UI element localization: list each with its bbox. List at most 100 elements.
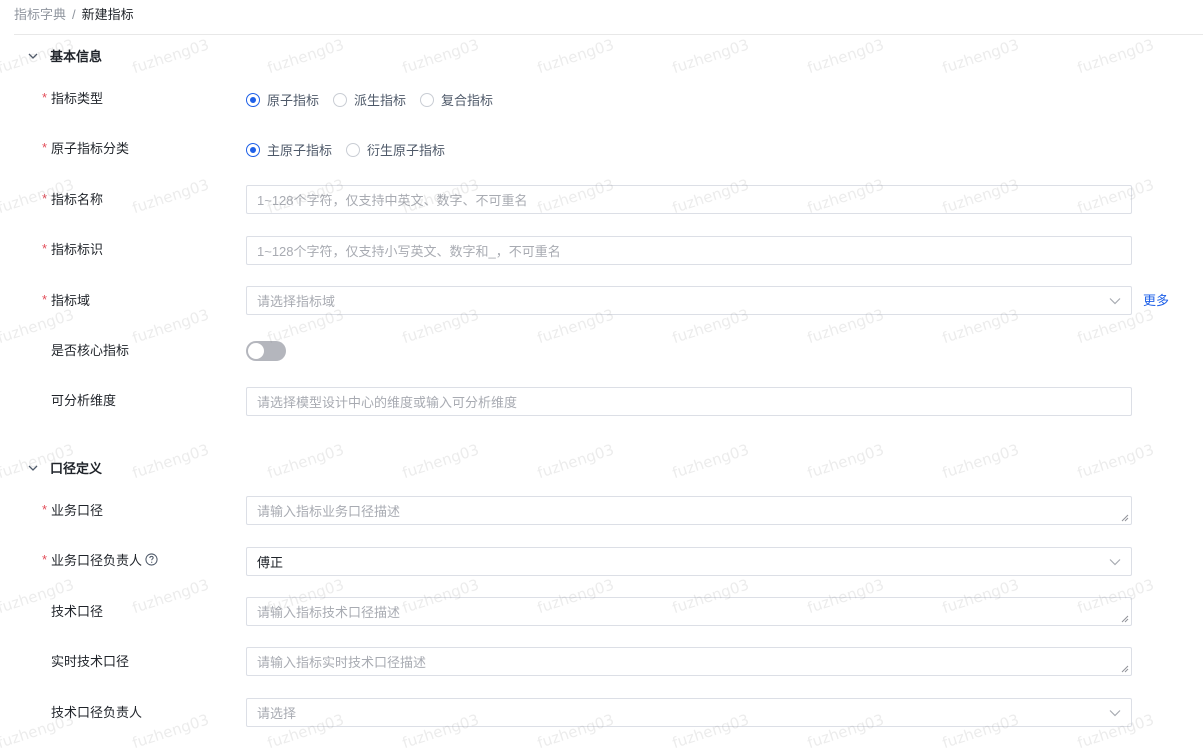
tech-caliber-textarea[interactable]: 请输入指标技术口径描述 xyxy=(246,597,1132,626)
chevron-down-icon xyxy=(1109,709,1121,716)
realtime-tech-caliber-label: 实时技术口径 xyxy=(42,650,129,670)
metric-type-label: * 指标类型 xyxy=(42,87,103,107)
watermark-text: fuzheng03 xyxy=(400,440,482,483)
metric-id-label: * 指标标识 xyxy=(42,238,103,258)
business-owner-label: * 业务口径负责人 xyxy=(42,549,158,569)
metric-type-radio-group: 原子指标 派生指标 复合指标 xyxy=(246,90,507,109)
placeholder-text: 请选择指标域 xyxy=(257,294,336,309)
watermark-text: fuzheng03 xyxy=(535,440,617,483)
placeholder-text: 请输入指标实时技术口径描述 xyxy=(257,655,427,670)
label-text: 是否核心指标 xyxy=(51,342,130,358)
watermark-text: fuzheng03 xyxy=(130,305,212,348)
atomic-category-label: * 原子指标分类 xyxy=(42,137,129,157)
watermark-text: fuzheng03 xyxy=(130,440,212,483)
required-mark: * xyxy=(42,501,48,517)
radio-atomic-metric[interactable]: 原子指标 xyxy=(246,90,319,109)
dimensions-input[interactable]: 请选择模型设计中心的维度或输入可分析维度 xyxy=(246,387,1132,416)
watermark-text: fuzheng03 xyxy=(1075,35,1157,78)
watermark-text: fuzheng03 xyxy=(805,35,887,78)
resize-handle-icon[interactable] xyxy=(1121,615,1129,623)
resize-handle-icon[interactable] xyxy=(1121,514,1129,522)
watermark-text: fuzheng03 xyxy=(130,575,212,618)
section-basic-info-header[interactable]: 基本信息 xyxy=(28,46,102,65)
breadcrumb-parent[interactable]: 指标字典 xyxy=(14,7,66,22)
required-mark: * xyxy=(42,240,48,256)
radio-primary-atomic[interactable]: 主原子指标 xyxy=(246,140,332,159)
label-text: 指标名称 xyxy=(51,191,104,207)
radio-unchecked-icon xyxy=(346,142,361,157)
radio-checked-icon xyxy=(246,92,260,107)
placeholder-text: 请选择模型设计中心的维度或输入可分析维度 xyxy=(257,395,518,410)
section-title: 基本信息 xyxy=(50,49,103,64)
metric-name-label: * 指标名称 xyxy=(42,188,103,208)
business-caliber-label: * 业务口径 xyxy=(42,499,103,519)
chevron-down-icon xyxy=(28,465,38,471)
radio-label: 派生指标 xyxy=(354,93,407,108)
watermark-text: fuzheng03 xyxy=(130,175,212,218)
business-owner-select[interactable]: 傅正 xyxy=(246,547,1132,576)
is-core-toggle[interactable] xyxy=(246,341,286,361)
label-text: 可分析维度 xyxy=(51,392,117,408)
placeholder-text: 1~128个字符，仅支持小写英文、数字和_，不可重名 xyxy=(257,244,561,259)
label-text: 指标类型 xyxy=(51,90,104,106)
watermark-text: fuzheng03 xyxy=(670,440,752,483)
section-caliber-header[interactable]: 口径定义 xyxy=(28,458,102,477)
watermark-layer: fuzheng03 fuzheng03 fuzheng03 fuzheng03 fuzh… xyxy=(0,0,1203,752)
breadcrumb: 指标字典 / 新建指标 xyxy=(14,4,134,23)
is-core-label: 是否核心指标 xyxy=(42,339,129,359)
watermark-text: fuzheng03 xyxy=(130,710,212,752)
chevron-down-icon xyxy=(1109,558,1121,565)
label-text: 业务口径 xyxy=(51,502,104,518)
radio-composite-metric[interactable]: 复合指标 xyxy=(420,90,493,109)
watermark-text: fuzheng03 xyxy=(940,440,1022,483)
help-circle-icon[interactable] xyxy=(145,552,158,566)
tech-owner-label: 技术口径负责人 xyxy=(42,701,142,721)
metric-domain-select[interactable]: 请选择指标域 xyxy=(246,286,1132,315)
tech-caliber-label: 技术口径 xyxy=(42,600,103,620)
radio-derived-atomic[interactable]: 衍生原子指标 xyxy=(346,140,445,159)
metric-name-input[interactable]: 1~128个字符，仅支持中英文、数字、不可重名 xyxy=(246,185,1132,214)
metric-id-input[interactable]: 1~128个字符，仅支持小写英文、数字和_，不可重名 xyxy=(246,236,1132,265)
label-text: 原子指标分类 xyxy=(51,140,130,156)
watermark-text: fuzheng03 xyxy=(265,440,347,483)
placeholder-text: 请输入指标业务口径描述 xyxy=(257,504,401,519)
label-text: 实时技术口径 xyxy=(51,653,130,669)
section-title: 口径定义 xyxy=(50,461,103,476)
realtime-tech-caliber-textarea[interactable]: 请输入指标实时技术口径描述 xyxy=(246,647,1132,676)
required-mark: * xyxy=(42,190,48,206)
resize-handle-icon[interactable] xyxy=(1121,665,1129,673)
watermark-text: fuzheng03 xyxy=(1075,440,1157,483)
divider xyxy=(14,34,1203,35)
radio-checked-icon xyxy=(246,142,260,157)
radio-label: 复合指标 xyxy=(441,93,494,108)
watermark-text: fuzheng03 xyxy=(130,35,212,78)
radio-unchecked-icon xyxy=(420,92,435,107)
chevron-down-icon xyxy=(1109,297,1121,304)
tech-owner-select[interactable]: 请选择 xyxy=(246,698,1132,727)
radio-label: 衍生原子指标 xyxy=(367,143,446,158)
placeholder-text: 请选择 xyxy=(257,706,297,721)
more-domains-link[interactable]: 更多 xyxy=(1143,290,1169,309)
radio-label: 原子指标 xyxy=(267,93,320,108)
label-text: 业务口径负责人 xyxy=(51,552,143,568)
label-text: 指标标识 xyxy=(51,241,104,257)
business-caliber-textarea[interactable]: 请输入指标业务口径描述 xyxy=(246,496,1132,525)
required-mark: * xyxy=(42,551,48,567)
radio-derived-metric[interactable]: 派生指标 xyxy=(333,90,406,109)
radio-unchecked-icon xyxy=(333,92,348,107)
watermark-text: fuzheng03 xyxy=(805,440,887,483)
watermark-text: fuzheng03 xyxy=(265,35,347,78)
label-text: 技术口径负责人 xyxy=(51,704,143,720)
atomic-category-radio-group: 主原子指标 衍生原子指标 xyxy=(246,140,459,159)
breadcrumb-current: 新建指标 xyxy=(81,7,134,22)
toggle-knob xyxy=(248,343,264,359)
watermark-text: fuzheng03 xyxy=(535,35,617,78)
watermark-text: fuzheng03 xyxy=(940,35,1022,78)
selected-value: 傅正 xyxy=(257,555,284,570)
label-text: 技术口径 xyxy=(51,603,104,619)
required-mark: * xyxy=(42,291,48,307)
chevron-down-icon xyxy=(28,53,38,59)
metric-domain-label: * 指标域 xyxy=(42,289,90,309)
required-mark: * xyxy=(42,139,48,155)
placeholder-text: 1~128个字符，仅支持中英文、数字、不可重名 xyxy=(257,193,528,208)
